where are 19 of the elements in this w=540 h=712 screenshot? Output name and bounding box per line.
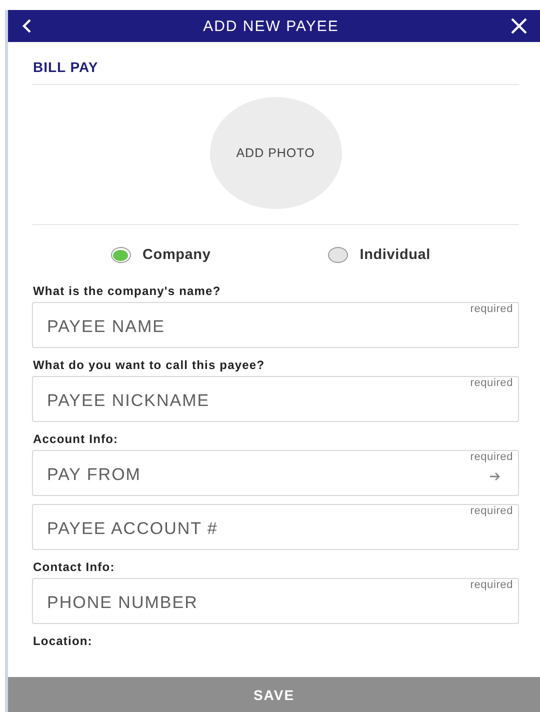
radio-button[interactable]	[110, 247, 131, 263]
back-icon[interactable]	[22, 19, 32, 33]
required-hint: required	[470, 579, 513, 591]
radio-label: Company	[142, 247, 211, 263]
close-icon[interactable]	[510, 17, 528, 35]
field-label: Contact Info:	[33, 560, 115, 574]
field-label: What is the company's name?	[33, 284, 221, 298]
section-title: BILL PAY	[32, 58, 100, 77]
radio-label: Individual	[360, 247, 430, 263]
add-photo-button[interactable]: ADD PHOTO	[210, 97, 342, 209]
radio-button[interactable]	[328, 247, 348, 263]
field-label: Location:	[33, 634, 92, 648]
required-hint: required	[470, 303, 513, 315]
field-label: What do you want to call this payee?	[33, 358, 265, 372]
screen-title: ADD NEW PAYEE	[202, 18, 340, 34]
required-hint: required	[470, 451, 513, 463]
required-hint: required	[470, 377, 513, 389]
required-hint: required	[470, 505, 513, 517]
field-label: Account Info:	[33, 432, 118, 446]
